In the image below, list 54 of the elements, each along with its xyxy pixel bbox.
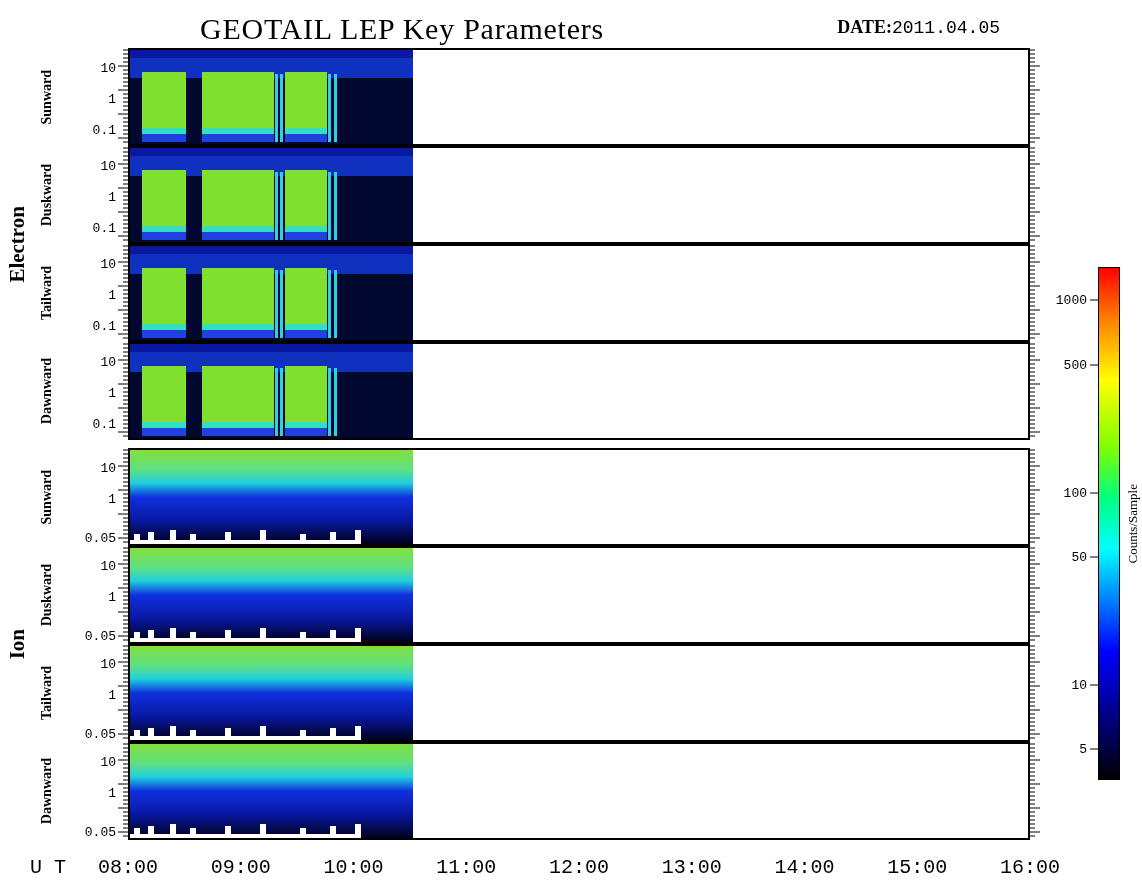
- x-tick-label: 09:00: [210, 858, 271, 878]
- y-tick-label: 0.1: [92, 319, 116, 333]
- direction-label: Tailward: [37, 666, 55, 720]
- y-tick-label: 10: [100, 559, 116, 573]
- y-tick-label: 10: [100, 159, 116, 173]
- y-tick-label: 1: [108, 786, 116, 800]
- colorbar-label: Counts/Sample: [1124, 483, 1142, 564]
- y-tick-label: 10: [100, 61, 116, 75]
- direction-label: Dawnward: [37, 757, 55, 825]
- x-tick-label: 14:00: [774, 858, 835, 878]
- y-tick-label: 0.1: [92, 417, 116, 431]
- y-tick-label: 10: [100, 355, 116, 369]
- y-tick-label: 1: [108, 492, 116, 506]
- y-tick-label: 0.1: [92, 221, 116, 235]
- date-label: DATE:: [837, 16, 892, 39]
- chart-title: GEOTAIL LEP Key Parameters: [200, 14, 604, 44]
- x-axis-label: U T: [30, 858, 66, 878]
- colorbar-tick-label: 50: [1071, 550, 1087, 564]
- y-tick-label: 0.05: [84, 825, 116, 839]
- direction-label: Sunward: [37, 469, 55, 525]
- y-tick-label: 1: [108, 190, 116, 204]
- group-label: Electron: [4, 205, 31, 283]
- y-tick-label: 0.05: [84, 629, 116, 643]
- group-label: Ion: [4, 628, 31, 660]
- y-tick-label: 0.05: [84, 531, 116, 545]
- y-tick-label: 10: [100, 257, 116, 271]
- direction-label: Dawnward: [37, 357, 55, 425]
- y-tick-label: 0.05: [84, 727, 116, 741]
- x-tick-label: 15:00: [887, 858, 948, 878]
- colorbar-tick-label: 5: [1079, 742, 1087, 756]
- x-tick-label: 11:00: [436, 858, 497, 878]
- y-tick-label: 1: [108, 590, 116, 604]
- direction-label: Sunward: [37, 69, 55, 125]
- x-tick-label: 10:00: [323, 858, 384, 878]
- x-tick-label: 12:00: [549, 858, 609, 878]
- y-tick-label: 10: [100, 657, 116, 671]
- direction-label: Tailward: [37, 266, 55, 320]
- y-tick-label: 10: [100, 461, 116, 475]
- colorbar-tick-label: 500: [1063, 358, 1087, 372]
- x-tick-label: 13:00: [661, 858, 722, 878]
- x-tick-label: 08:00: [98, 858, 158, 878]
- y-tick-label: 0.1: [92, 123, 116, 137]
- colorbar-tick-label: 1000: [1055, 293, 1087, 307]
- colorbar-tick-label: 10: [1071, 678, 1087, 692]
- y-tick-label: 1: [108, 688, 116, 702]
- y-tick-label: 1: [108, 288, 116, 302]
- y-tick-label: 10: [100, 755, 116, 769]
- x-tick-label: 16:00: [1000, 858, 1060, 878]
- date-value: 2011.04.05: [891, 17, 1000, 40]
- direction-label: Duskward: [37, 163, 55, 227]
- y-tick-label: 1: [108, 92, 116, 106]
- direction-label: Duskward: [37, 563, 55, 627]
- y-tick-label: 1: [108, 386, 116, 400]
- colorbar-tick-label: 100: [1063, 486, 1087, 500]
